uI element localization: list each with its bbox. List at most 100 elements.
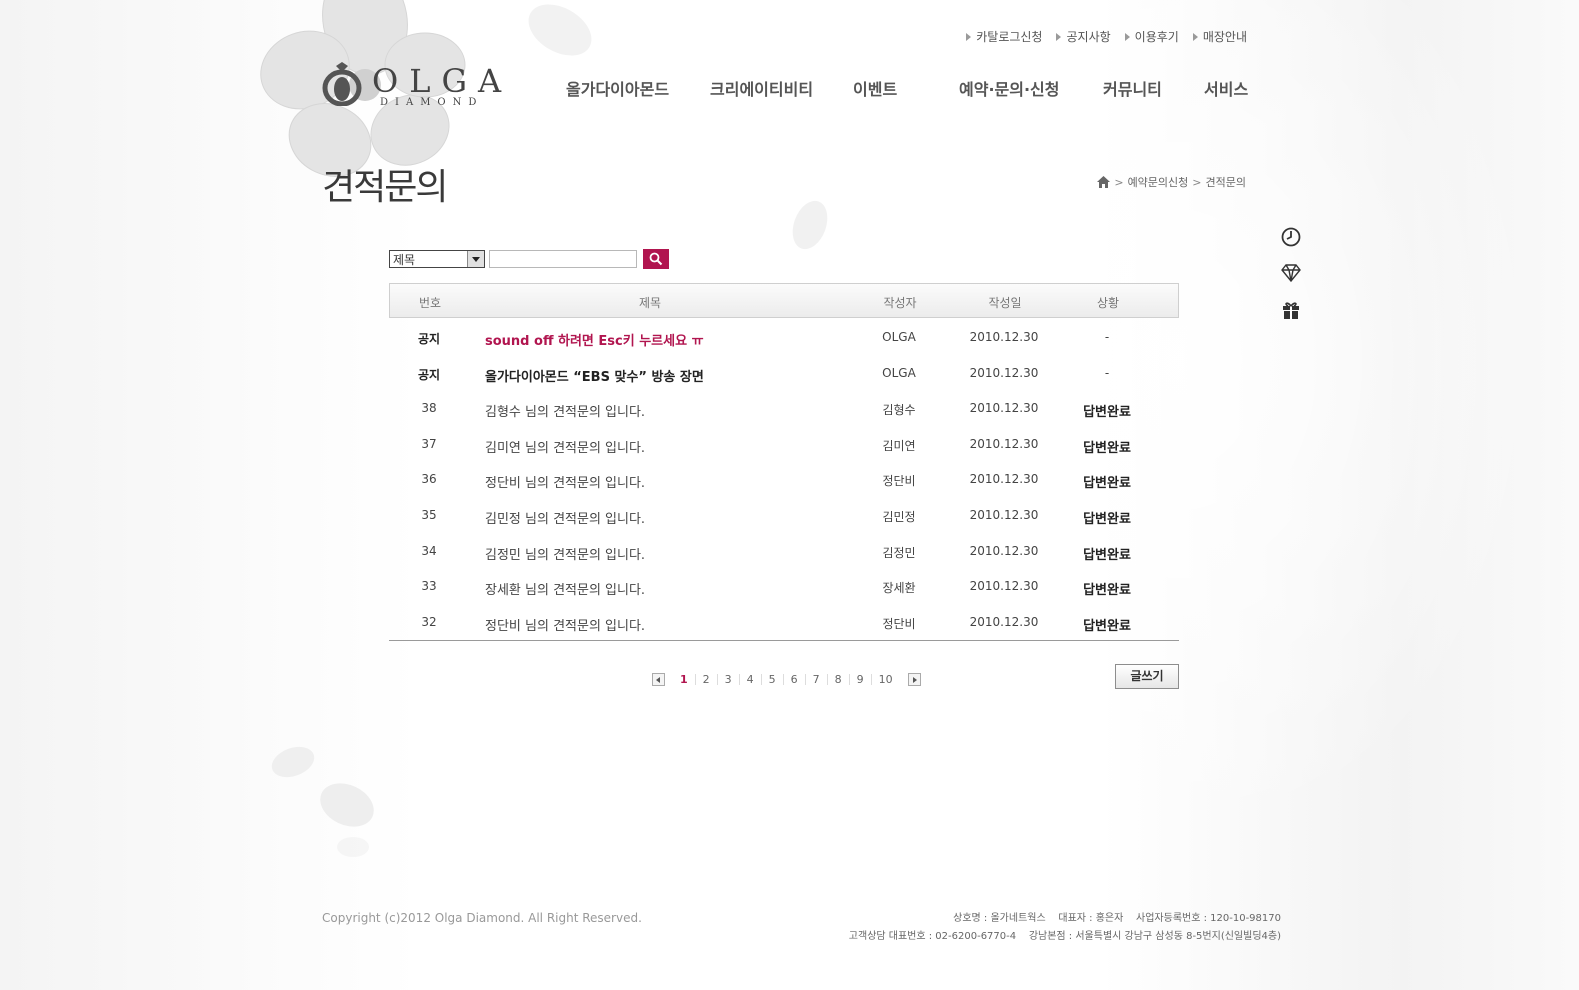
row-writer: 김민정 [882, 509, 916, 524]
table-header: 번호 제목 작성자 작성일 상황 [389, 283, 1179, 318]
row-writer: 장세환 [882, 581, 916, 596]
row-no: 38 [421, 401, 437, 416]
row-no: 32 [421, 614, 437, 629]
petal-decoration [271, 746, 315, 778]
clock-icon[interactable] [1280, 226, 1302, 248]
row-date: 2010.12.30 [969, 614, 1039, 629]
row-no: 34 [421, 543, 437, 558]
table-row: 38 김형수 님의 견적문의 입니다. 김형수 2010.12.30 답변완료 [389, 389, 1179, 425]
row-date: 2010.12.30 [969, 365, 1039, 380]
table-row: 34 김정민 님의 견적문의 입니다. 김정민 2010.12.30 답변완료 [389, 532, 1179, 568]
row-title-link[interactable]: 김형수 님의 견적문의 입니다. [485, 401, 855, 420]
row-no: 36 [421, 472, 437, 487]
row-date: 2010.12.30 [969, 436, 1039, 451]
search-select-value: 제목 [393, 253, 416, 267]
copyright: Copyright (c)2012 Olga Diamond. All Righ… [322, 911, 642, 925]
nav-item-reservation[interactable]: 예약·문의·신청 [959, 76, 1059, 100]
nav-item-service[interactable]: 서비스 [1204, 76, 1248, 100]
util-link-review[interactable]: 이용후기 [1124, 28, 1179, 45]
row-status: 답변완료 [1083, 405, 1131, 421]
logo-ring-icon [322, 62, 362, 106]
quick-menu [1280, 226, 1304, 334]
chevron-down-icon[interactable] [467, 251, 484, 267]
search-button[interactable] [643, 249, 669, 269]
page-link[interactable]: 3 [718, 674, 740, 685]
row-no: 35 [421, 507, 437, 522]
table-row: 35 김민정 님의 견적문의 입니다. 김민정 2010.12.30 답변완료 [389, 496, 1179, 532]
company-info: 상호명 : 올가네트웍스 대표자 : 홍은자 사업자등록번호 : 120-10-… [849, 910, 1281, 946]
page-title: 견적문의 [322, 167, 448, 208]
row-title-link[interactable]: 김정민 님의 견적문의 입니다. [485, 544, 855, 563]
logo-sub: DIAMOND [380, 97, 484, 108]
nav-item-community[interactable]: 커뮤니티 [1103, 76, 1162, 100]
search-icon [649, 252, 663, 266]
page-link[interactable]: 6 [784, 674, 806, 685]
util-link-notice[interactable]: 공지사항 [1056, 28, 1111, 45]
util-link-label: 공지사항 [1066, 30, 1111, 44]
util-link-label: 카탈로그신청 [976, 30, 1043, 44]
page-link[interactable]: 9 [850, 674, 872, 685]
row-no: 33 [421, 579, 437, 594]
row-no: 공지 [417, 367, 441, 382]
triangle-right-icon [1192, 32, 1198, 41]
row-status: 답변완료 [1083, 618, 1131, 634]
page-link[interactable]: 5 [762, 674, 784, 685]
col-header-date: 작성일 [988, 296, 1022, 310]
row-status: 답변완료 [1083, 440, 1131, 456]
row-title-link[interactable]: 김민정 님의 견적문의 입니다. [485, 508, 855, 527]
triangle-right-icon [1056, 32, 1062, 41]
pagination: 1 2 3 4 5 6 7 8 9 10 [652, 673, 921, 686]
row-writer: 정단비 [882, 616, 916, 631]
triangle-right-icon [966, 32, 972, 41]
page-link[interactable]: 7 [806, 674, 828, 685]
row-status: 답변완료 [1083, 476, 1131, 492]
company-info-line1: 상호명 : 올가네트웍스 대표자 : 홍은자 사업자등록번호 : 120-10-… [953, 913, 1281, 924]
row-title-link[interactable]: 김미연 님의 견적문의 입니다. [485, 437, 855, 456]
col-header-title: 제목 [638, 296, 662, 310]
row-writer: 김미연 [882, 438, 916, 453]
row-date: 2010.12.30 [969, 472, 1039, 487]
home-icon[interactable] [1097, 176, 1111, 188]
page-link[interactable]: 1 [673, 674, 696, 685]
diamond-icon[interactable] [1280, 262, 1302, 284]
row-title-link[interactable]: 장세환 님의 견적문의 입니다. [485, 579, 855, 598]
row-title-link[interactable]: sound off 하려면 Esc키 누르세요 ㅠ [485, 330, 855, 349]
row-status: - [1104, 330, 1110, 344]
write-button[interactable]: 글쓰기 [1115, 664, 1179, 689]
row-title-link[interactable]: 정단비 님의 견적문의 입니다. [485, 472, 855, 491]
logo[interactable]: OLGA DIAMOND [322, 62, 501, 112]
row-date: 2010.12.30 [969, 543, 1039, 558]
page-numbers: 1 2 3 4 5 6 7 8 9 10 [673, 674, 900, 685]
row-title-link[interactable]: 올가다이아몬드 “EBS 맞수” 방송 장면 [485, 366, 855, 385]
row-title-link[interactable]: 정단비 님의 견적문의 입니다. [485, 615, 855, 634]
page-link[interactable]: 2 [696, 674, 718, 685]
page-link[interactable]: 10 [872, 674, 900, 685]
main-nav: 올가다이아몬드 크리에이티비티 이벤트 예약·문의·신청 커뮤니티 서비스 [566, 76, 1256, 100]
page-link[interactable]: 4 [740, 674, 762, 685]
row-writer: OLGA [882, 365, 916, 380]
search-input[interactable] [489, 250, 637, 268]
nav-item-event[interactable]: 이벤트 [853, 76, 897, 100]
nav-item-creativity[interactable]: 크리에이티비티 [710, 76, 813, 100]
util-link-label: 이용후기 [1134, 30, 1179, 44]
nav-item-olga-diamond[interactable]: 올가다이아몬드 [566, 76, 669, 100]
row-date: 2010.12.30 [969, 401, 1039, 416]
next-page-button[interactable] [907, 673, 921, 686]
table-row: 37 김미연 님의 견적문의 입니다. 김미연 2010.12.30 답변완료 [389, 425, 1179, 461]
gift-icon[interactable] [1280, 298, 1302, 320]
row-date: 2010.12.30 [969, 579, 1039, 594]
row-status: 답변완료 [1083, 547, 1131, 563]
petal-decoration [792, 200, 828, 250]
page-link[interactable]: 8 [828, 674, 850, 685]
util-link-label: 매장안내 [1202, 30, 1247, 44]
breadcrumb-level1[interactable]: 예약문의신청 [1128, 174, 1189, 190]
search-field-select[interactable]: 제목 [389, 250, 485, 268]
row-writer: 김정민 [882, 545, 916, 560]
util-link-catalog[interactable]: 카탈로그신청 [966, 28, 1042, 45]
prev-page-button[interactable] [652, 673, 665, 686]
row-status: 답변완료 [1083, 511, 1131, 527]
breadcrumb-level2[interactable]: 견적문의 [1206, 174, 1246, 190]
row-writer: OLGA [882, 330, 916, 344]
util-link-store[interactable]: 매장안내 [1192, 28, 1247, 45]
row-no: 37 [421, 436, 437, 451]
